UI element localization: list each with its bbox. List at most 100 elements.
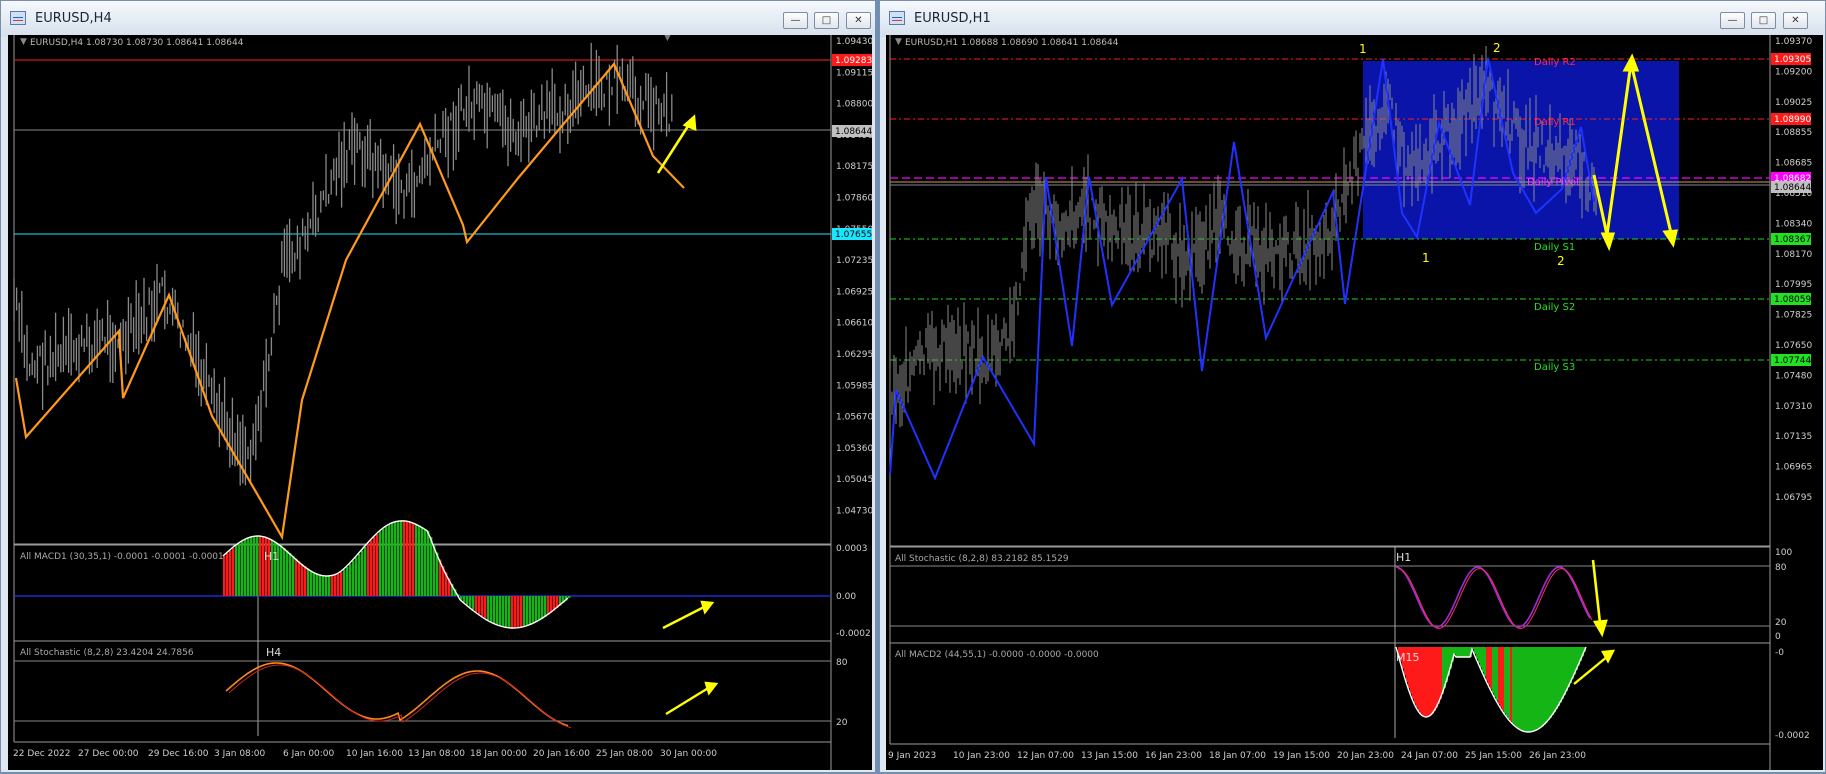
macd-bar <box>493 596 496 624</box>
macd-bar <box>478 596 481 615</box>
macd-bar <box>376 534 379 596</box>
macd-bar <box>466 596 469 605</box>
maximize-button[interactable]: □ <box>814 12 839 29</box>
macd-bar <box>370 540 373 596</box>
macd-bar <box>1466 647 1468 657</box>
time-tick: 24 Jan 07:00 <box>1401 751 1458 761</box>
macd-bar <box>1552 647 1554 716</box>
macd-bar <box>421 527 424 596</box>
macd-bar <box>361 550 364 596</box>
macd-bar <box>1568 647 1570 688</box>
price-tick: 1.08685 <box>1775 159 1812 169</box>
macd-bar <box>433 544 436 596</box>
macd-bar <box>1506 647 1508 717</box>
macd-bar <box>319 574 322 596</box>
chart-area[interactable]: ▼ EURUSD,H4 1.08730 1.08730 1.08641 1.08… <box>8 33 873 770</box>
macd-bar <box>388 524 391 596</box>
macd-bar <box>1456 647 1458 657</box>
pivot-label-s3: Daily S3 <box>1534 362 1575 373</box>
time-tick: 10 Jan 16:00 <box>346 749 403 759</box>
time-tick: 25 Jan 08:00 <box>596 749 653 759</box>
stochastic-tick-80: 80 <box>1775 563 1787 573</box>
price-tick: 1.09430 <box>836 37 872 47</box>
time-tick: 6 Jan 00:00 <box>283 749 335 759</box>
macd-bar <box>1426 647 1428 717</box>
macd-bar <box>343 569 346 596</box>
title-bar[interactable]: EURUSD,H1 — □ ✕ <box>880 1 1825 37</box>
macd-bar <box>1422 647 1424 716</box>
macd-bar <box>1462 647 1464 657</box>
macd-bar <box>298 561 301 596</box>
macd-bar <box>235 545 238 596</box>
price-tick: 1.07310 <box>1775 402 1812 412</box>
macd-bar <box>547 596 550 615</box>
macd-bar <box>1536 647 1538 731</box>
time-tick: 29 Dec 16:00 <box>148 749 209 759</box>
stochastic-tick-20: 20 <box>836 718 848 728</box>
stochastic-tick-80: 80 <box>836 658 848 668</box>
window-title: EURUSD,H1 <box>914 11 991 26</box>
price-tick: 1.06795 <box>1775 493 1812 503</box>
macd-bar <box>1504 647 1506 714</box>
macd-bar <box>1532 647 1534 732</box>
macd-bar <box>550 596 553 613</box>
macd-bar <box>490 596 493 622</box>
macd-bar <box>1528 647 1530 732</box>
macd-bar <box>1496 647 1498 701</box>
chart-icon <box>10 11 26 25</box>
macd-bar <box>265 537 268 596</box>
price-tick: 1.08175 <box>836 162 872 172</box>
chart-window-h4[interactable]: EURUSD,H4 — □ ✕ ▼ EURUSD,H4 1.08730 1.08… <box>0 0 876 773</box>
macd-bar <box>301 563 304 596</box>
macd-bar <box>1436 647 1438 708</box>
macd-bar <box>526 596 529 626</box>
macd-bar <box>1490 647 1492 690</box>
macd-bar <box>1508 647 1510 720</box>
close-button[interactable]: ✕ <box>1783 12 1808 29</box>
minimize-button[interactable]: — <box>783 12 808 29</box>
stochastic-tick-20: 20 <box>1775 618 1787 628</box>
price-tick: 1.07650 <box>1775 341 1812 351</box>
macd-bar <box>1516 647 1518 728</box>
macd-bar <box>484 596 487 619</box>
macd-bar <box>1464 647 1466 657</box>
macd-bar <box>1518 647 1520 729</box>
price-tick: 1.08800 <box>836 100 872 110</box>
price-tick: 1.07480 <box>1775 371 1812 381</box>
minimize-button[interactable]: — <box>1720 12 1745 29</box>
time-tick: 30 Jan 00:00 <box>660 749 717 759</box>
macd-bar <box>520 596 523 628</box>
price-tick: 1.07235 <box>836 256 872 266</box>
macd-bar <box>1530 647 1532 732</box>
macd-bar <box>523 596 526 627</box>
macd-bar <box>352 560 355 596</box>
price-tick: 1.09370 <box>1775 37 1812 47</box>
macd-bar <box>226 553 229 596</box>
macd-bar <box>403 520 406 596</box>
macd-bar <box>1546 647 1548 723</box>
price-tick: 1.05045 <box>836 475 872 485</box>
macd-bar <box>400 520 403 596</box>
time-tick: 18 Jan 00:00 <box>470 749 527 759</box>
chart-triangle-icon: ▼ <box>20 37 27 47</box>
macd-bar <box>295 558 298 596</box>
macd-bar <box>472 596 475 610</box>
macd-bar <box>532 596 535 624</box>
title-bar[interactable]: EURUSD,H4 — □ ✕ <box>1 1 875 37</box>
price-tag-label: 1.09283 <box>835 56 872 66</box>
macd-bar <box>331 575 334 596</box>
macd-bar <box>538 596 541 621</box>
macd-bar <box>1548 647 1550 721</box>
macd-bar <box>1454 647 1456 655</box>
macd-bar <box>364 546 367 596</box>
scroll-marker-icon: ▼ <box>664 35 671 43</box>
macd-bar <box>1474 647 1476 654</box>
chart-area[interactable]: ▼ EURUSD,H1 1.08688 1.08690 1.08641 1.08… <box>886 35 1823 770</box>
chart-window-h1[interactable]: EURUSD,H1 — □ ✕ ▼ EURUSD,H1 1.08688 1.08… <box>879 0 1826 773</box>
time-tick: 16 Jan 23:00 <box>1145 751 1202 761</box>
maximize-button[interactable]: □ <box>1751 12 1776 29</box>
close-button[interactable]: ✕ <box>846 12 871 29</box>
price-tick: 1.08170 <box>1775 250 1812 260</box>
price-tag-label: 1.07655 <box>835 230 872 240</box>
price-tick: 1.09200 <box>1775 67 1812 77</box>
